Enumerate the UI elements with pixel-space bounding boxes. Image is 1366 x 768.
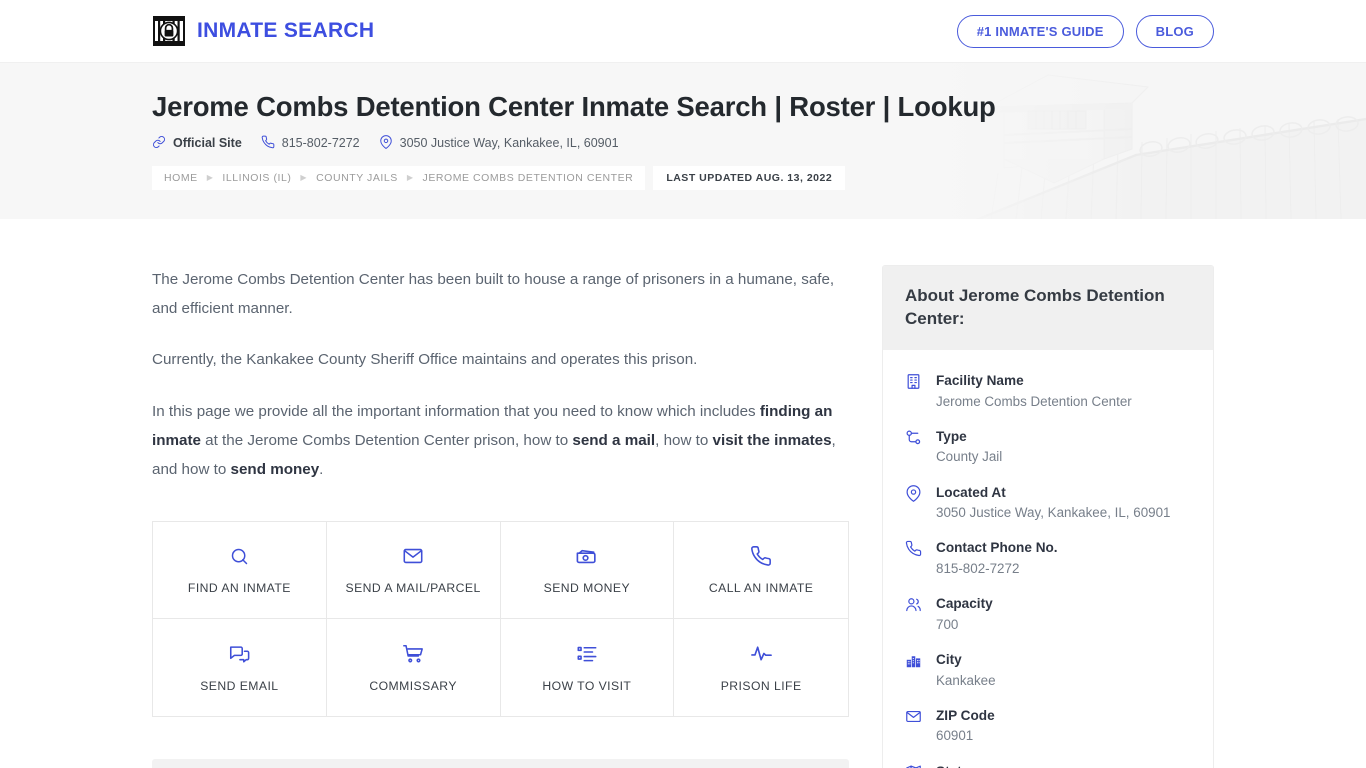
content-area: The Jerome Combs Detention Center has be… [0,219,1366,768]
fact-contact-phone: Contact Phone No. 815-802-7272 [905,538,1191,579]
official-site-label: Official Site [173,136,242,151]
action-label: HOW TO VISIT [542,678,632,693]
fact-value: 60901 [936,728,974,744]
sidebar-column: About Jerome Combs Detention Center: Fac… [882,219,1214,768]
action-label: SEND A MAIL/PARCEL [345,581,481,596]
building-icon [905,371,923,412]
breadcrumb-item-county-jails[interactable]: COUNTY JAILS [316,172,398,184]
fact-label: City [936,651,962,667]
action-send-money[interactable]: SEND MONEY [500,522,675,620]
breadcrumb: HOME ▶ ILLINOIS (IL) ▶ COUNTY JAILS ▶ JE… [152,165,646,190]
action-label: SEND EMAIL [200,678,279,693]
fact-label: ZIP Code [936,707,995,723]
money-icon [575,545,598,567]
city-icon [905,650,923,691]
fact-value: 700 [936,616,959,632]
content-placeholder-block [152,759,849,768]
fact-capacity: Capacity 700 [905,594,1191,635]
fact-value: 815-802-7272 [936,561,1020,577]
last-updated-badge: LAST UPDATED AUG. 13, 2022 [653,165,846,190]
fact-value: 3050 Justice Way, Kankakee, IL, 60901 [936,505,1171,521]
fact-label: State [936,764,969,768]
nav-actions: #1 INMATE'S GUIDE BLOG [956,14,1214,48]
pulse-icon [750,643,773,665]
intro-paragraph-2: Currently, the Kankakee County Sheriff O… [152,351,698,369]
inmates-guide-button[interactable]: #1 INMATE'S GUIDE [956,14,1124,48]
intro-paragraph-3: In this page we provide all the importan… [152,402,836,478]
action-call-an-inmate[interactable]: CALL AN INMATE [674,522,848,620]
chat-icon [228,643,250,665]
blog-button[interactable]: BLOG [1135,14,1214,48]
main-column: The Jerome Combs Detention Center has be… [152,219,849,768]
fact-value: County Jail [936,449,1003,465]
about-facility-heading: About Jerome Combs Detention Center: [883,266,1213,350]
about-facility-card: About Jerome Combs Detention Center: Fac… [882,265,1214,768]
list-icon [576,643,598,665]
fact-label: Facility Name [936,372,1024,388]
hero-meta-row: Official Site 815-802-7272 3050 Justice … [152,134,1214,152]
action-commissary[interactable]: COMMISSARY [327,619,501,717]
official-site-link[interactable]: Official Site [152,135,242,152]
action-label: PRISON LIFE [720,678,802,693]
top-navbar: INMATE SEARCH #1 INMATE'S GUIDE BLOG [0,0,1366,62]
breadcrumb-item-illinois[interactable]: ILLINOIS (IL) [222,172,291,184]
fact-value: Kankakee [936,672,996,688]
search-icon [229,545,250,567]
breadcrumb-item-home[interactable]: HOME [164,172,198,184]
hero-phone-label: 815-802-7272 [281,136,360,151]
prison-lock-logo-icon [152,15,186,47]
action-label: CALL AN INMATE [708,581,814,596]
fact-label: Type [936,428,967,444]
page-title: Jerome Combs Detention Center Inmate Sea… [152,91,996,122]
brand-logo[interactable]: INMATE SEARCH [152,15,374,47]
phone-icon [261,135,275,152]
hero-banner: Jerome Combs Detention Center Inmate Sea… [0,62,1366,219]
map-pin-icon [905,483,923,524]
breadcrumb-row: HOME ▶ ILLINOIS (IL) ▶ COUNTY JAILS ▶ JE… [152,165,1214,190]
fact-label: Contact Phone No. [936,540,1058,556]
link-icon [152,135,166,152]
shopping-cart-icon [402,643,424,665]
fact-facility-name: Facility Name Jerome Combs Detention Cen… [905,371,1191,412]
fact-label: Capacity [936,596,993,612]
action-find-an-inmate[interactable]: FIND AN INMATE [153,522,327,620]
fact-value: Jerome Combs Detention Center [936,393,1132,409]
chevron-right-icon: ▶ [300,173,308,183]
action-grid: FIND AN INMATE SEND A MAIL/PARCEL SEND M… [152,521,849,718]
breadcrumb-item-current: JEROME COMBS DETENTION CENTER [422,171,634,184]
action-prison-life[interactable]: PRISON LIFE [674,619,848,716]
people-icon [905,594,923,635]
action-label: SEND MONEY [543,581,631,596]
action-how-to-visit[interactable]: HOW TO VISIT [501,619,675,717]
fact-type: Type County Jail [905,427,1191,468]
envelope-icon [905,706,923,747]
map-icon [905,762,923,768]
page-root: INMATE SEARCH #1 INMATE'S GUIDE BLOG Jer… [0,0,1366,768]
envelope-icon [402,545,424,567]
chevron-right-icon: ▶ [206,173,214,183]
fact-city: City Kankakee [905,650,1191,691]
action-send-email[interactable]: SEND EMAIL [153,619,327,717]
brand-title: INMATE SEARCH [197,19,375,42]
fact-state: State Illinois (IL) [905,762,1191,768]
fact-located-at: Located At 3050 Justice Way, Kankakee, I… [905,483,1191,524]
fact-label: Located At [936,484,1006,500]
phone-icon [905,538,923,579]
phone-icon [750,545,772,567]
action-send-a-mail-parcel[interactable]: SEND A MAIL/PARCEL [326,522,501,620]
hero-address-label: 3050 Justice Way, Kankakee, IL, 60901 [399,136,619,151]
node-type-icon [905,427,923,468]
hero-content: Jerome Combs Detention Center Inmate Sea… [0,63,1366,190]
hero-phone[interactable]: 815-802-7272 [261,135,360,152]
intro-paragraph-1: The Jerome Combs Detention Center has be… [152,271,835,318]
fact-zip-code: ZIP Code 60901 [905,706,1191,747]
action-label: COMMISSARY [369,678,457,693]
hero-address: 3050 Justice Way, Kankakee, IL, 60901 [379,134,619,152]
action-label: FIND AN INMATE [187,581,291,596]
map-pin-icon [379,134,393,152]
about-facility-list: Facility Name Jerome Combs Detention Cen… [883,350,1213,768]
chevron-right-icon: ▶ [406,173,414,183]
